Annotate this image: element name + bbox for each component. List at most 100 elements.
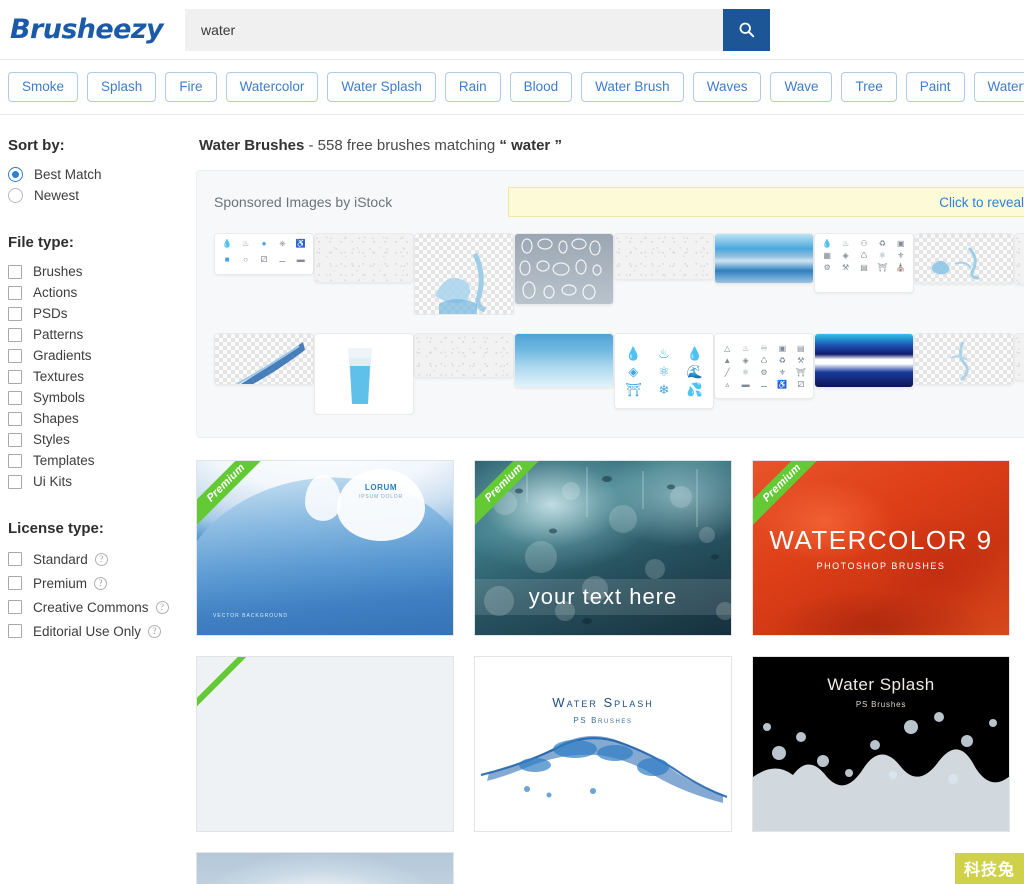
filetype-option-textures[interactable]: Textures — [8, 366, 196, 387]
transparent-texture-thumb[interactable] — [314, 233, 414, 283]
sort-option-newest[interactable]: Newest — [8, 185, 196, 206]
search-button[interactable] — [723, 8, 770, 51]
license-type-options: Standard ? Premium ? Creative Commons ? … — [8, 547, 196, 643]
checkbox-templates[interactable] — [8, 453, 22, 468]
checkbox-premium[interactable] — [8, 576, 22, 590]
result-card-blue-wave-vector-background[interactable]: Premium LORUM IPSUM DOLOR VECTOR BACKGRO… — [196, 460, 454, 636]
splash-illustration-icon — [480, 735, 728, 803]
license-option-editorial-use-only[interactable]: Editorial Use Only ? — [8, 619, 196, 643]
tag-paint[interactable]: Paint — [905, 71, 965, 103]
result-card-watercolor-9-photoshop-brushes[interactable]: Premium WATERCOLOR 9 PHOTOSHOP BRUSHES — [752, 460, 1010, 636]
filetype-option-patterns[interactable]: Patterns — [8, 324, 196, 345]
checkbox-ui-kits[interactable] — [8, 474, 22, 489]
page-watermark: 科技兔 — [954, 853, 1024, 884]
help-icon[interactable]: ? — [94, 576, 108, 590]
water-droplets-thumb[interactable] — [514, 233, 614, 305]
license-label: Standard — [33, 551, 88, 567]
water-splash-transparent-2-thumb[interactable] — [914, 333, 1014, 385]
result-footer-text: VECTOR BACKGROUND — [213, 613, 288, 619]
tag-watercolor[interactable]: Watercolor — [225, 71, 319, 103]
blue-water-icons-thumb[interactable]: 💧 ♨ 💧 ◈ ⚛ 🌊 ⛩ ❄ 💦 — [614, 333, 714, 409]
water-wave-corner-thumb[interactable] — [214, 333, 314, 385]
outline-water-icons-thumb[interactable]: △ ♨ ♾ ▣ ▤ ▲ ◈ ♺ ♻ ⚒ ╱ ⚛ ⚙ ⚜ ⛩ ▵ ▬ ⚊ ♿ ⚂ — [714, 333, 814, 399]
result-card-water-waves-4-photoshop-brushes[interactable]: WATER WAVES 4 PHOTOSHOP BRUSHES — [196, 852, 454, 884]
water-splash-transparent-thumb[interactable] — [914, 233, 1014, 284]
result-card-water-splash-ps-brushes-light[interactable]: Water Splash PS Brushes — [474, 656, 732, 832]
checkbox-brushes[interactable] — [8, 264, 22, 279]
tag-water-brush[interactable]: Water Brush — [581, 71, 684, 103]
partial-thumb-2[interactable] — [1014, 333, 1024, 381]
filetype-option-shapes[interactable]: Shapes — [8, 408, 196, 429]
water-line-icons-thumb[interactable]: 💧 ♨ ⚇ ♻ ▣ ▦ ◈ ♺ ⚛ ⚜ ⚙ ⚒ ▤ ⛩ ⛪ — [814, 233, 914, 293]
radio-newest[interactable] — [8, 188, 23, 203]
sky-gradient-thumb[interactable] — [514, 333, 614, 388]
filetype-label: Patterns — [33, 327, 84, 342]
checkbox-styles[interactable] — [8, 432, 22, 447]
checkbox-actions[interactable] — [8, 285, 22, 300]
filetype-option-ui-kits[interactable]: Ui Kits — [8, 471, 196, 492]
water-splash-vector-thumb[interactable] — [414, 233, 514, 315]
checkbox-shapes[interactable] — [8, 411, 22, 426]
tag-rain[interactable]: Rain — [444, 71, 501, 103]
tag-blood[interactable]: Blood — [509, 71, 573, 103]
tag-wave[interactable]: Wave — [770, 71, 833, 103]
filetype-option-psds[interactable]: PSDs — [8, 303, 196, 324]
checkbox-textures[interactable] — [8, 369, 22, 384]
checkbox-creative-commons[interactable] — [8, 600, 22, 614]
blue-wave-illustration-thumb[interactable] — [714, 233, 814, 284]
paper-texture-thumb[interactable] — [414, 333, 514, 378]
site-logo[interactable]: Brusheezy — [10, 14, 164, 45]
results-heading: Water Brushes - 558 free brushes matchin… — [199, 137, 1024, 154]
checkbox-symbols[interactable] — [8, 390, 22, 405]
tag-fire[interactable]: Fire — [165, 71, 217, 103]
glass-of-water-thumb[interactable] — [314, 333, 414, 415]
result-card-rain-drops-on-glass[interactable]: Premium your text here — [474, 460, 732, 636]
checkbox-patterns[interactable] — [8, 327, 22, 342]
help-icon[interactable]: ? — [94, 552, 108, 566]
thumb-image — [519, 238, 602, 300]
tag-smoke[interactable]: Smoke — [8, 71, 79, 103]
filetype-option-symbols[interactable]: Symbols — [8, 387, 196, 408]
overlay-title: LORUM — [364, 483, 398, 492]
radio-best-match[interactable] — [8, 167, 23, 182]
license-option-creative-commons[interactable]: Creative Commons ? — [8, 595, 196, 619]
thumb-image: 💧 ♨ ● ⎈ ♿ ■ ○ ⚂ ⚊ ▬ — [215, 234, 313, 274]
search-input[interactable] — [184, 8, 723, 51]
site-header: Brusheezy — [0, 0, 1024, 59]
filetype-option-brushes[interactable]: Brushes — [8, 261, 196, 282]
result-card-water-splash-ps-brushes-dark[interactable]: Water Splash PS Brushes — [752, 656, 1010, 832]
tag-waves[interactable]: Waves — [692, 71, 762, 103]
license-option-standard[interactable]: Standard ? — [8, 547, 196, 571]
checkbox-gradients[interactable] — [8, 348, 22, 363]
sort-option-best-match[interactable]: Best Match — [8, 164, 196, 185]
filetype-option-templates[interactable]: Templates — [8, 450, 196, 471]
filetype-option-gradients[interactable]: Gradients — [8, 345, 196, 366]
thumb-image — [950, 341, 969, 382]
white-noise-texture-thumb[interactable] — [614, 233, 714, 280]
navy-wave-pattern-thumb[interactable] — [814, 333, 914, 388]
thumb-image — [236, 342, 305, 384]
thumb-image: △ ♨ ♾ ▣ ▤ ▲ ◈ ♺ ♻ ⚒ ╱ ⚛ ⚙ ⚜ ⛩ ▵ ▬ ⚊ ♿ ⚂ — [715, 334, 813, 398]
checkbox-editorial-use-only[interactable] — [8, 624, 22, 638]
tag-tree[interactable]: Tree — [841, 71, 897, 103]
help-icon[interactable]: ? — [155, 600, 169, 614]
click-to-reveal-link[interactable]: Click to reveal — [939, 195, 1024, 210]
tag-splash[interactable]: Splash — [87, 71, 157, 103]
tag-water-splash[interactable]: Water Splash — [327, 71, 436, 103]
reveal-banner[interactable]: Click to reveal — [508, 187, 1024, 217]
partial-thumb[interactable] — [1014, 233, 1024, 285]
overlay-title: WATERCOLOR 9 — [769, 525, 993, 555]
filetype-option-styles[interactable]: Styles — [8, 429, 196, 450]
sponsored-label: Sponsored Images by iStock — [214, 194, 393, 210]
help-icon[interactable]: ? — [148, 624, 162, 638]
result-card-partial[interactable] — [196, 656, 454, 832]
tag-waterfall[interactable]: Waterfall — [973, 71, 1024, 103]
file-type-options: Brushes Actions PSDs Patterns Gradients … — [8, 261, 196, 492]
filetype-option-actions[interactable]: Actions — [8, 282, 196, 303]
thumb-slot: 💧 ♨ 💧 ◈ ⚛ 🌊 ⛩ ❄ 💦 — [614, 333, 714, 409]
thumb-slot: 💧 ♨ ● ⎈ ♿ ■ ○ ⚂ ⚊ ▬ — [214, 233, 314, 275]
license-option-premium[interactable]: Premium ? — [8, 571, 196, 595]
checkbox-psds[interactable] — [8, 306, 22, 321]
water-icon-set-thumb[interactable]: 💧 ♨ ● ⎈ ♿ ■ ○ ⚂ ⚊ ▬ — [214, 233, 314, 275]
checkbox-standard[interactable] — [8, 552, 22, 566]
